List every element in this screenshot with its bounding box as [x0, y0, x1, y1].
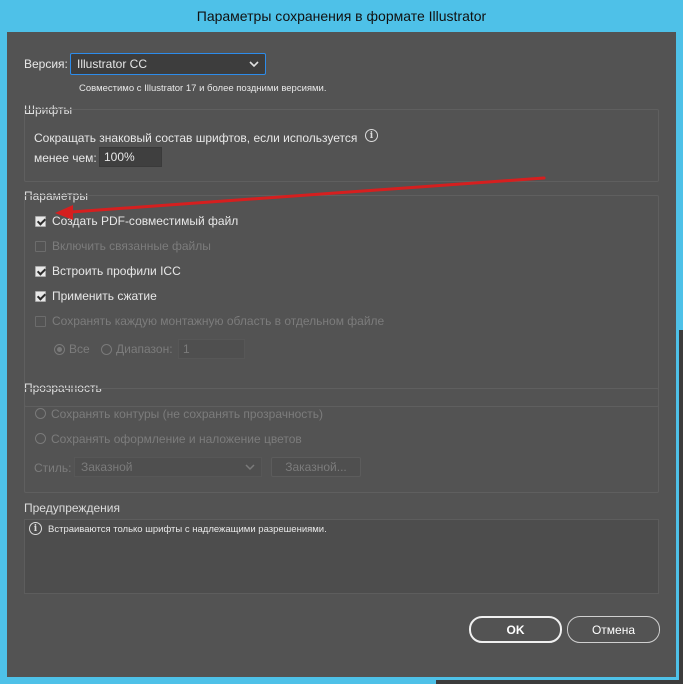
background-window-edge-bottom	[436, 680, 683, 684]
background-window-edge	[679, 330, 683, 684]
window-title: Параметры сохранения в формате Illustrat…	[196, 8, 487, 24]
dialog-window: Параметры сохранения в формате Illustrat…	[0, 0, 683, 684]
dialog-body: Версия: Illustrator CC Совместимо с Illu…	[7, 32, 676, 677]
annotation-arrow	[55, 176, 546, 220]
